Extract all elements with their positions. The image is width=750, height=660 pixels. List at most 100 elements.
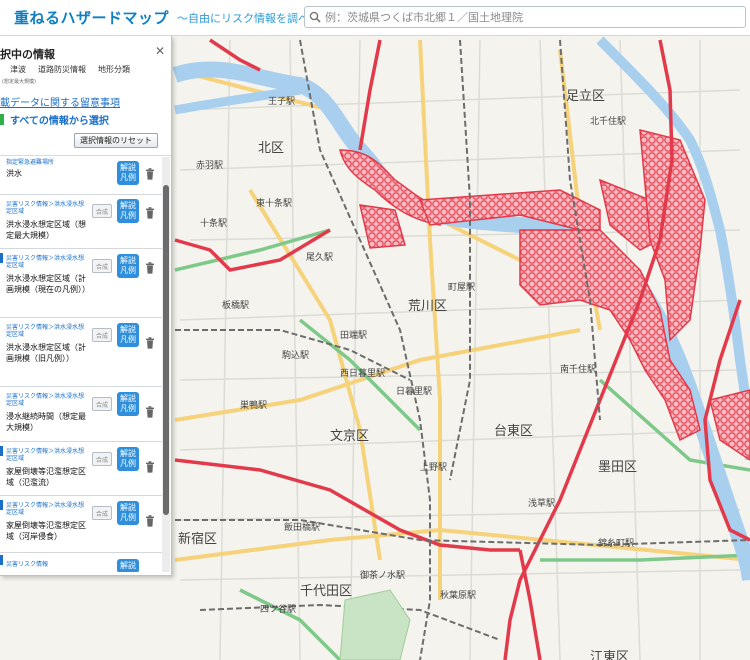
- compose-button[interactable]: 合成: [92, 259, 112, 273]
- layer-name: 洪水浸水想定区域（計画規模（現在の凡例））: [6, 274, 90, 294]
- app-header: 重ねるハザードマップ 〜自由にリスク情報を調べる〜: [0, 0, 750, 36]
- ward-label: 新宿区: [178, 532, 218, 547]
- station-label: 西日暮里駅: [340, 369, 386, 379]
- layer-category: 災害リスク情報＞洪水浸水想定区域: [6, 201, 85, 215]
- search-input[interactable]: [325, 10, 745, 24]
- layer-name: 洪水: [6, 169, 22, 178]
- ward-label: 荒川区: [408, 299, 448, 314]
- station-label: 四ツ谷駅: [260, 605, 297, 615]
- ward-label: 北区: [258, 141, 285, 156]
- ward-label: 墨田区: [598, 460, 638, 475]
- trash-icon[interactable]: [145, 168, 155, 180]
- layer-item: 災害リスク情報＞洪水浸水想定区域 家屋倒壊等氾濫想定区域（氾濫流） 合成 解説凡…: [0, 442, 162, 496]
- station-label: 日暮里駅: [396, 387, 433, 397]
- green-marker: [0, 114, 4, 125]
- layer-item: 災害リスク情報＞洪水浸水想定区域 洪水浸水想定区域（計画規模（現在の凡例）） 合…: [0, 249, 162, 318]
- layer-name: 洪水浸水想定区域（計画規模（旧凡例））: [6, 343, 86, 363]
- layer-name: 家屋倒壊等氾濫想定区域（氾濫流）: [6, 467, 86, 487]
- panel-title: 択中の情報: [0, 48, 55, 61]
- ward-label: 千代田区: [300, 584, 353, 599]
- data-notice-link[interactable]: 載データに関する留意事項: [0, 94, 120, 109]
- blue-marker: [0, 500, 3, 510]
- ward-label: 江東区: [590, 650, 630, 660]
- layer-item: 災害リスク情報＞洪水浸水想定区域 家屋倒壊等氾濫想定区域（河岸侵食） 合成 解説…: [0, 496, 162, 553]
- trash-icon[interactable]: [145, 406, 155, 418]
- layer-list-scrollbar[interactable]: [162, 157, 170, 572]
- station-label: 浅草駅: [528, 499, 556, 509]
- layer-list: 指定緊急避難場所 洪水 解説 凡例 災害リスク情報＞洪水浸水想定区域 洪水浸水想定…: [0, 157, 162, 572]
- layer-item: 災害リスク情報 解説: [0, 553, 162, 572]
- legend-button[interactable]: 解説 凡例: [117, 323, 139, 347]
- panel-tabs: 津波 道路防災情報 地形分類: [10, 64, 130, 75]
- station-label: 十条駅: [200, 219, 228, 229]
- station-label: 錦糸町駅: [598, 539, 635, 549]
- legend-button[interactable]: 解説 凡例: [117, 199, 139, 223]
- legend-button[interactable]: 解説: [117, 559, 139, 572]
- app-title[interactable]: 重ねるハザードマップ: [14, 7, 169, 28]
- legend-button[interactable]: 解説 凡例: [117, 447, 139, 471]
- layer-category: 指定緊急避難場所: [6, 159, 55, 166]
- layer-category: 災害リスク情報＞洪水浸水想定区域: [6, 393, 85, 407]
- layer-panel: 択中の情報 ✕ 津波 道路防災情報 地形分類 (想定最大規模) 載データに関する…: [0, 36, 172, 576]
- station-label: 東十条駅: [256, 199, 293, 209]
- layer-name: 家屋倒壊等氾濫想定区域（河岸侵食）: [6, 521, 86, 541]
- layer-item: 災害リスク情報＞洪水浸水想定区域 洪水浸水想定区域（計画規模（旧凡例）） 合成 …: [0, 318, 162, 387]
- trash-icon[interactable]: [145, 262, 155, 274]
- tab-road-disaster[interactable]: 道路防災情報: [38, 64, 86, 75]
- compose-button[interactable]: 合成: [92, 452, 112, 466]
- trash-icon[interactable]: [145, 461, 155, 473]
- compose-button[interactable]: 合成: [92, 328, 112, 342]
- search-icon: [305, 7, 325, 27]
- station-label: 赤羽駅: [196, 161, 224, 171]
- station-label: 町屋駅: [448, 283, 476, 293]
- layer-category: 災害リスク情報＞洪水浸水想定区域: [6, 255, 85, 269]
- station-label: 南千住駅: [560, 365, 597, 375]
- station-label: 秋葉原駅: [440, 591, 477, 601]
- reset-selection-button[interactable]: 選択情報のリセット: [74, 133, 158, 148]
- scrollbar-thumb[interactable]: [163, 185, 169, 515]
- trash-icon[interactable]: [145, 207, 155, 219]
- station-label: 板橋駅: [222, 301, 250, 311]
- layer-name: 浸水継続時間（想定最大規模）: [6, 412, 86, 432]
- select-all-label: すべての情報から選択: [10, 116, 109, 127]
- trash-icon[interactable]: [145, 515, 155, 527]
- layer-category: 災害リスク情報＞洪水浸水想定区域: [6, 448, 85, 462]
- legend-button[interactable]: 解説 凡例: [117, 392, 139, 416]
- layer-item: 災害リスク情報＞洪水浸水想定区域 洪水浸水想定区域（想定最大規模） 合成 解説凡…: [0, 195, 162, 249]
- trash-icon[interactable]: [145, 337, 155, 349]
- station-label: 田端駅: [340, 331, 368, 341]
- station-label: 北千住駅: [590, 117, 627, 127]
- panel-header: 択中の情報 ✕ 津波 道路防災情報 地形分類 (想定最大規模) 載データに関する…: [0, 36, 171, 156]
- tab-tsunami[interactable]: 津波: [10, 64, 26, 75]
- layer-name: 洪水浸水想定区域（想定最大規模）: [6, 220, 86, 240]
- layer-item: 災害リスク情報＞洪水浸水想定区域 浸水継続時間（想定最大規模） 合成 解説 凡例: [0, 387, 162, 442]
- station-label: 飯田橋駅: [284, 523, 321, 533]
- layer-category: 災害リスク情報＞洪水浸水想定区域: [6, 502, 85, 516]
- layer-category: 災害リスク情報＞洪水浸水想定区域: [6, 324, 85, 338]
- blue-marker: [0, 253, 3, 263]
- ward-label: 文京区: [330, 429, 370, 444]
- legend-button[interactable]: 解説 凡例: [117, 161, 139, 185]
- compose-button[interactable]: 合成: [92, 204, 112, 218]
- station-label: 上野駅: [420, 463, 448, 473]
- compose-button[interactable]: 合成: [92, 397, 112, 411]
- ward-label: 足立区: [566, 89, 606, 104]
- station-label: 御茶ノ水駅: [360, 571, 406, 581]
- layer-category: 災害リスク情報: [6, 561, 49, 568]
- layer-item: 指定緊急避難場所 洪水 解説 凡例: [0, 157, 162, 195]
- tab-landform[interactable]: 地形分類: [98, 64, 130, 75]
- legend-button[interactable]: 解説 凡例: [117, 501, 139, 525]
- blue-marker: [0, 446, 3, 456]
- legend-button[interactable]: 解説 凡例: [117, 254, 139, 278]
- station-label: 巣鴨駅: [240, 401, 268, 411]
- station-label: 尾久駅: [306, 253, 334, 263]
- station-label: 駒込駅: [282, 351, 310, 361]
- close-icon[interactable]: ✕: [155, 44, 165, 58]
- blue-marker: [0, 555, 3, 565]
- ward-label: 台東区: [494, 424, 534, 439]
- search-box[interactable]: [304, 6, 746, 28]
- compose-button[interactable]: 合成: [92, 506, 112, 520]
- imperial-palace: [339, 589, 411, 660]
- select-all-info[interactable]: すべての情報から選択: [0, 112, 109, 127]
- tab-note: (想定最大規模): [2, 79, 36, 85]
